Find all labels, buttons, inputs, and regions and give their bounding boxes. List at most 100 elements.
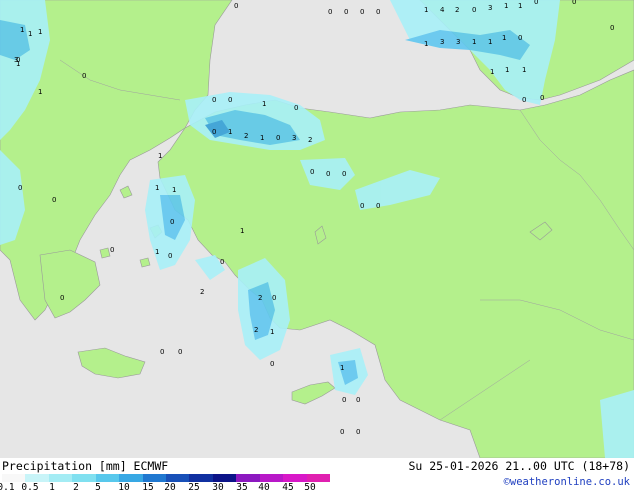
scale-tick-label: 35 (236, 482, 248, 493)
point-value-label: 2 (455, 6, 459, 14)
scale-tick-label: 20 (164, 482, 176, 493)
point-value-label: 0 (178, 348, 182, 356)
point-value-label: 0 (326, 170, 330, 178)
scale-swatch (166, 474, 190, 482)
scale-tick-label: 5 (95, 482, 101, 493)
point-value-label: 0 (342, 396, 346, 404)
point-value-label: 0 (360, 202, 364, 210)
point-value-label: 0 (60, 294, 64, 302)
point-value-label: 0 (310, 168, 314, 176)
point-value-label: 0 (342, 170, 346, 178)
point-value-label: 1 (424, 40, 428, 48)
scale-swatch (306, 474, 331, 482)
point-value-label: 1 (38, 28, 42, 36)
point-value-label: 0 (534, 0, 538, 6)
point-value-label: 1 (155, 184, 159, 192)
scale-tick-label: 1 (49, 482, 55, 493)
point-value-label: 0 (328, 8, 332, 16)
point-value-label: 3 (440, 38, 444, 46)
point-value-label: 0 (52, 196, 56, 204)
point-value-label: 0 (270, 360, 274, 368)
scale-swatch (72, 474, 97, 482)
scale-swatch (2, 474, 26, 482)
point-value-label: 1 (172, 186, 176, 194)
scale-swatch (189, 474, 214, 482)
point-value-label: 0 (234, 2, 238, 10)
point-value-label: 0 (272, 294, 276, 302)
scale-tick-label: 25 (188, 482, 200, 493)
point-value-label: 0 (276, 134, 280, 142)
point-value-label: 0 (356, 396, 360, 404)
point-value-label: 1 (155, 248, 159, 256)
point-value-label: 0 (376, 8, 380, 16)
point-value-label: 0 (220, 258, 224, 266)
point-value-label: 1 (240, 227, 244, 235)
scale-tick-label: 45 (282, 482, 294, 493)
point-value-label: 1 (20, 26, 24, 34)
scale-tick-label: 50 (304, 482, 316, 493)
point-value-label: 0 (522, 96, 526, 104)
point-value-label: 1 (38, 88, 42, 96)
color-scale-bar (2, 474, 331, 482)
point-value-label: 0 (360, 8, 364, 16)
point-value-label: 1 (490, 68, 494, 76)
point-value-label: 0 (610, 24, 614, 32)
point-value-label: 2 (254, 326, 258, 334)
point-value-label: 0 (228, 96, 232, 104)
point-value-label: 1 (504, 2, 508, 10)
point-value-label: 0 (540, 94, 544, 102)
scale-tick-label: 15 (142, 482, 154, 493)
point-value-label: 0 (212, 96, 216, 104)
point-value-label: 3 (14, 56, 18, 64)
point-value-label: 1 (340, 364, 344, 372)
scale-tick-label: 0.5 (21, 482, 39, 493)
scale-tick-label: 0.1 (0, 482, 15, 493)
scale-tick-label: 30 (212, 482, 224, 493)
scale-swatch (259, 474, 284, 482)
scale-tick-label: 40 (258, 482, 270, 493)
point-value-label: 0 (340, 428, 344, 436)
point-value-label: 2 (308, 136, 312, 144)
point-value-label: 1 (505, 66, 509, 74)
scale-swatch (236, 474, 261, 482)
point-value-label: 0 (356, 428, 360, 436)
point-value-label: 0 (110, 246, 114, 254)
precipitation-map: 0 0 0 0 0 1 4 2 0 3 1 1 0 0 1 1 1 1 3 3 1 1 1 0 0 1 0 1 1 1 1 3 0 0 1 0 0 1 2 1… (0, 0, 634, 458)
scale-tick-label: 2 (73, 482, 79, 493)
point-value-label: 2 (258, 294, 262, 302)
point-value-label: 0 (518, 34, 522, 42)
scale-tick-label: 10 (118, 482, 130, 493)
point-value-label: 1 (228, 128, 232, 136)
point-value-label: 1 (262, 100, 266, 108)
scale-swatch (48, 474, 73, 482)
validity-time: Su 25-01-2026 21..00 UTC (18+78) (408, 459, 630, 473)
point-value-label: 0 (168, 252, 172, 260)
point-value-label: 0 (472, 6, 476, 14)
scale-swatch (25, 474, 50, 482)
point-value-label: 0 (572, 0, 576, 6)
point-value-label: 3 (488, 4, 492, 12)
point-value-label: 1 (270, 328, 274, 336)
point-value-label: 1 (488, 38, 492, 46)
point-value-label: 0 (376, 202, 380, 210)
point-value-label: 2 (244, 132, 248, 140)
point-value-label: 0 (344, 8, 348, 16)
color-scale-ticks: 0.1 0.5 1 2 5 10 15 20 25 30 35 40 45 50 (0, 482, 340, 493)
point-value-label: 2 (200, 288, 204, 296)
point-value-label: 3 (292, 134, 296, 142)
map-title: Precipitation [mm] ECMWF (2, 459, 169, 473)
point-value-label: 0 (212, 128, 216, 136)
point-value-label: 1 (518, 2, 522, 10)
point-value-label: 1 (260, 134, 264, 142)
map-footer: Precipitation [mm] ECMWF Su 25-01-2026 2… (0, 458, 634, 493)
point-value-label: 1 (502, 34, 506, 42)
credit-link[interactable]: ©weatheronline.co.uk (504, 476, 630, 488)
scale-swatch (142, 474, 167, 482)
point-value-label: 4 (440, 6, 445, 14)
scale-swatch (95, 474, 120, 482)
point-value-label: 1 (472, 38, 476, 46)
point-value-label: 1 (158, 152, 162, 160)
point-value-label: 1 (522, 66, 526, 74)
point-value-label: 0 (170, 218, 174, 226)
point-value-label: 1 (424, 6, 428, 14)
